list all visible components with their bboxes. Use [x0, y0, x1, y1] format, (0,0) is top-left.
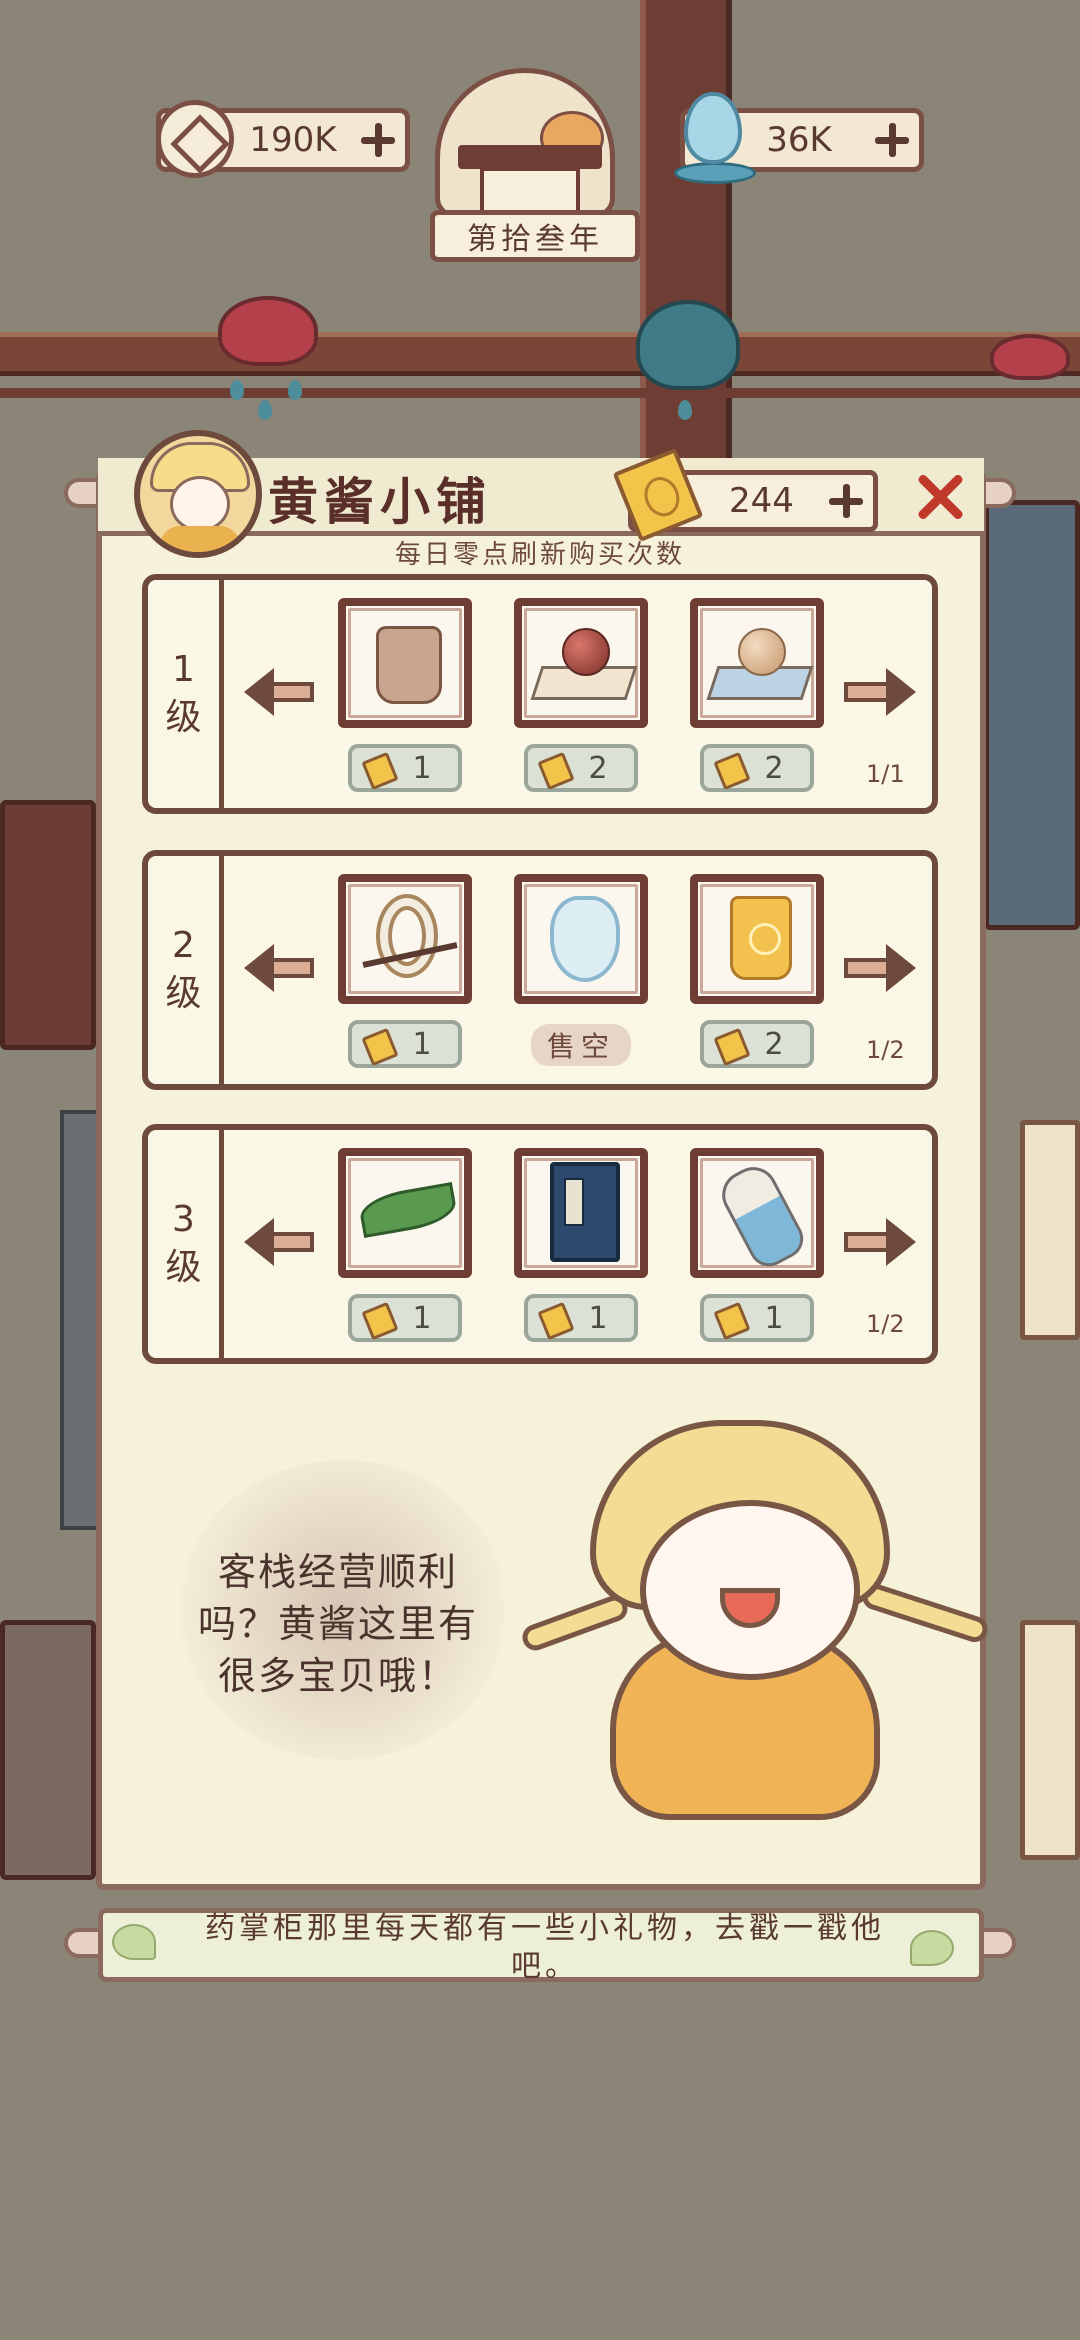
- tier-number: 2: [172, 925, 195, 966]
- buy-price-button[interactable]: 1: [348, 1294, 462, 1342]
- background-cabinet: [60, 1110, 100, 1530]
- tier-suffix: 级: [165, 973, 202, 1014]
- price-value: 1: [764, 1300, 784, 1336]
- buy-price-button[interactable]: 1: [524, 1294, 638, 1342]
- teal-drop-icon: [288, 380, 302, 400]
- price-value: 2: [764, 1026, 784, 1062]
- next-arrow-button[interactable]: [842, 944, 916, 992]
- price-value: 2: [764, 750, 784, 786]
- tier-suffix: 级: [165, 1247, 202, 1288]
- red-flower-ornament-icon: [218, 296, 318, 366]
- ticket-icon: [713, 1027, 751, 1067]
- mascot-braid: [859, 1580, 991, 1646]
- shop-tier-2: 2 级 1 售空 2 1/2: [142, 850, 938, 1090]
- buy-price-button[interactable]: 1: [348, 744, 462, 792]
- shop-item-slot[interactable]: [514, 598, 648, 728]
- add-coins-button[interactable]: [359, 121, 397, 159]
- add-tickets-button[interactable]: [827, 482, 865, 520]
- water-plate-icon: [674, 162, 756, 184]
- buy-price-button[interactable]: 2: [700, 744, 814, 792]
- shop-item-slot[interactable]: [514, 874, 648, 1004]
- tier-label: 2级: [148, 856, 224, 1084]
- price-value: 1: [412, 750, 432, 786]
- buy-price-button[interactable]: 1: [700, 1294, 814, 1342]
- shop-item-slot[interactable]: [338, 598, 472, 728]
- buy-price-button[interactable]: 2: [524, 744, 638, 792]
- shop-title: 黄酱小铺: [268, 473, 492, 531]
- price-value: 1: [412, 1026, 432, 1062]
- ticket-value: 244: [729, 481, 794, 521]
- next-arrow-button[interactable]: [842, 668, 916, 716]
- teal-drop-icon: [258, 400, 272, 420]
- tip-line: 吧。: [511, 1949, 579, 1984]
- teal-drop-icon: [678, 400, 692, 420]
- buy-price-button[interactable]: 1: [348, 1020, 462, 1068]
- ticket-icon: [361, 751, 399, 791]
- mascot-speech: 客栈经营顺利 吗？黄酱这里有 很多宝贝哦！: [168, 1546, 508, 1702]
- ticket-icon: [537, 751, 575, 791]
- close-button[interactable]: [914, 472, 964, 522]
- tier-number: 1: [172, 649, 195, 690]
- teal-drop-icon: [230, 380, 244, 400]
- purchase-count: 1/2: [866, 1310, 905, 1338]
- ticket-icon: [361, 1027, 399, 1067]
- speech-line: 客栈经营顺利: [217, 1550, 458, 1594]
- background-table: [0, 1620, 96, 1880]
- price-value: 1: [412, 1300, 432, 1336]
- purchase-count: 1/2: [866, 1036, 905, 1064]
- shop-item-slot[interactable]: [690, 1148, 824, 1278]
- shop-item-slot[interactable]: [690, 874, 824, 1004]
- prev-arrow-button[interactable]: [244, 668, 316, 716]
- speech-line: 吗？黄酱这里有: [197, 1602, 478, 1646]
- prev-arrow-button[interactable]: [244, 1218, 316, 1266]
- red-flower-ornament-icon: [990, 334, 1070, 380]
- roof-icon: [458, 145, 602, 169]
- background-chair: [1020, 1120, 1080, 1340]
- sold-out-badge: 售空: [531, 1024, 631, 1066]
- mascot-braid: [518, 1591, 632, 1655]
- ticket-icon: [361, 1301, 399, 1341]
- water-value: 36K: [766, 120, 832, 160]
- shop-item-slot[interactable]: [338, 874, 472, 1004]
- mascot-character: [518, 1410, 1000, 1830]
- background-shelf: [0, 800, 96, 1050]
- price-value: 2: [588, 750, 608, 786]
- shop-item-slot[interactable]: [338, 1148, 472, 1278]
- tier-suffix: 级: [165, 697, 202, 738]
- tip-line: 药掌柜那里每天都有一些小礼物，去戳一戳他: [205, 1911, 885, 1946]
- tier-label: 1级: [148, 580, 224, 808]
- water-drop-icon: [684, 92, 742, 164]
- copper-coin-icon: [156, 100, 234, 178]
- prev-arrow-button[interactable]: [244, 944, 316, 992]
- add-water-button[interactable]: [873, 121, 911, 159]
- purchase-count: 1/1: [866, 760, 905, 788]
- refresh-note: 每日零点刷新购买次数: [394, 540, 685, 570]
- next-arrow-button[interactable]: [842, 1218, 916, 1266]
- speech-line: 很多宝贝哦！: [217, 1654, 458, 1698]
- shop-tier-3: 3 级 1 1 1 1/2: [142, 1124, 938, 1364]
- background-chair: [1020, 1620, 1080, 1860]
- price-value: 1: [588, 1300, 608, 1336]
- avatar-face: [170, 476, 230, 532]
- tier-number: 3: [172, 1199, 195, 1240]
- ticket-icon: [713, 1301, 751, 1341]
- wooden-beam: [0, 332, 1080, 376]
- coin-value: 190K: [249, 120, 337, 160]
- tier-label: 3级: [148, 1130, 224, 1358]
- teal-flower-ornament-icon: [636, 300, 740, 390]
- shop-item-slot[interactable]: [690, 598, 824, 728]
- shop-item-slot[interactable]: [514, 1148, 648, 1278]
- buy-price-button[interactable]: 2: [700, 1020, 814, 1068]
- wooden-beam-lower: [0, 388, 1080, 398]
- tip-text: 药掌柜那里每天都有一些小礼物，去戳一戳他 吧。: [120, 1910, 970, 1986]
- ticket-icon: [713, 751, 751, 791]
- year-banner: 第拾叁年: [430, 210, 640, 262]
- shop-tier-1: 1 级 1 2 2 1/1: [142, 574, 938, 814]
- ticket-icon: [537, 1301, 575, 1341]
